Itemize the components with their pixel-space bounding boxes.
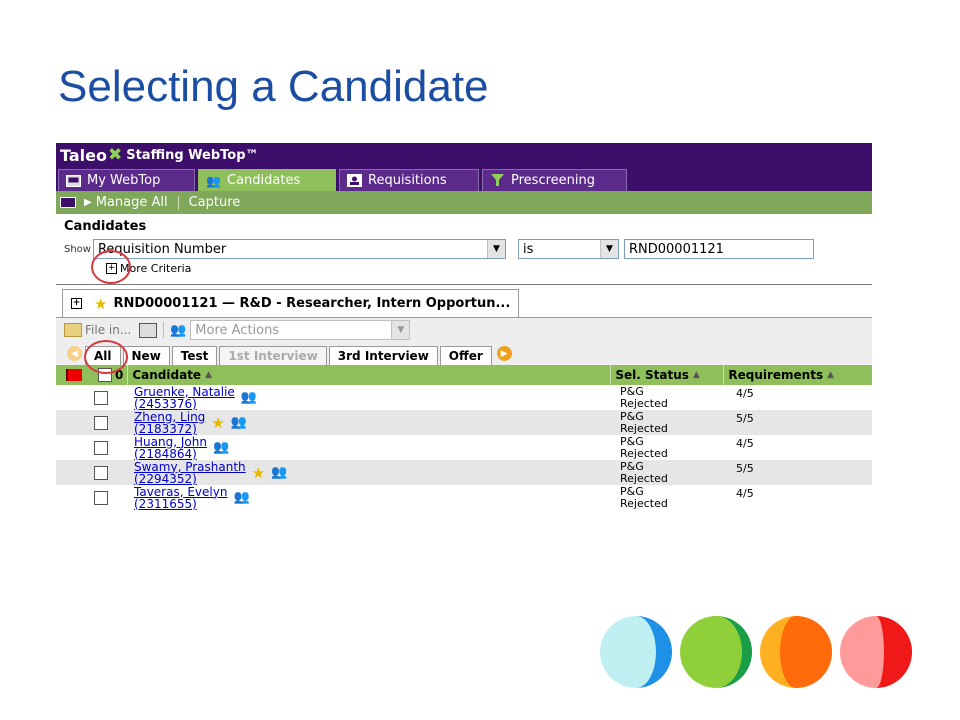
decorative-dots-svg: [600, 616, 912, 688]
dot-green: [680, 616, 752, 688]
dot-red: [840, 616, 912, 688]
dot-orange: [760, 616, 832, 688]
dot-blue: [600, 616, 672, 688]
